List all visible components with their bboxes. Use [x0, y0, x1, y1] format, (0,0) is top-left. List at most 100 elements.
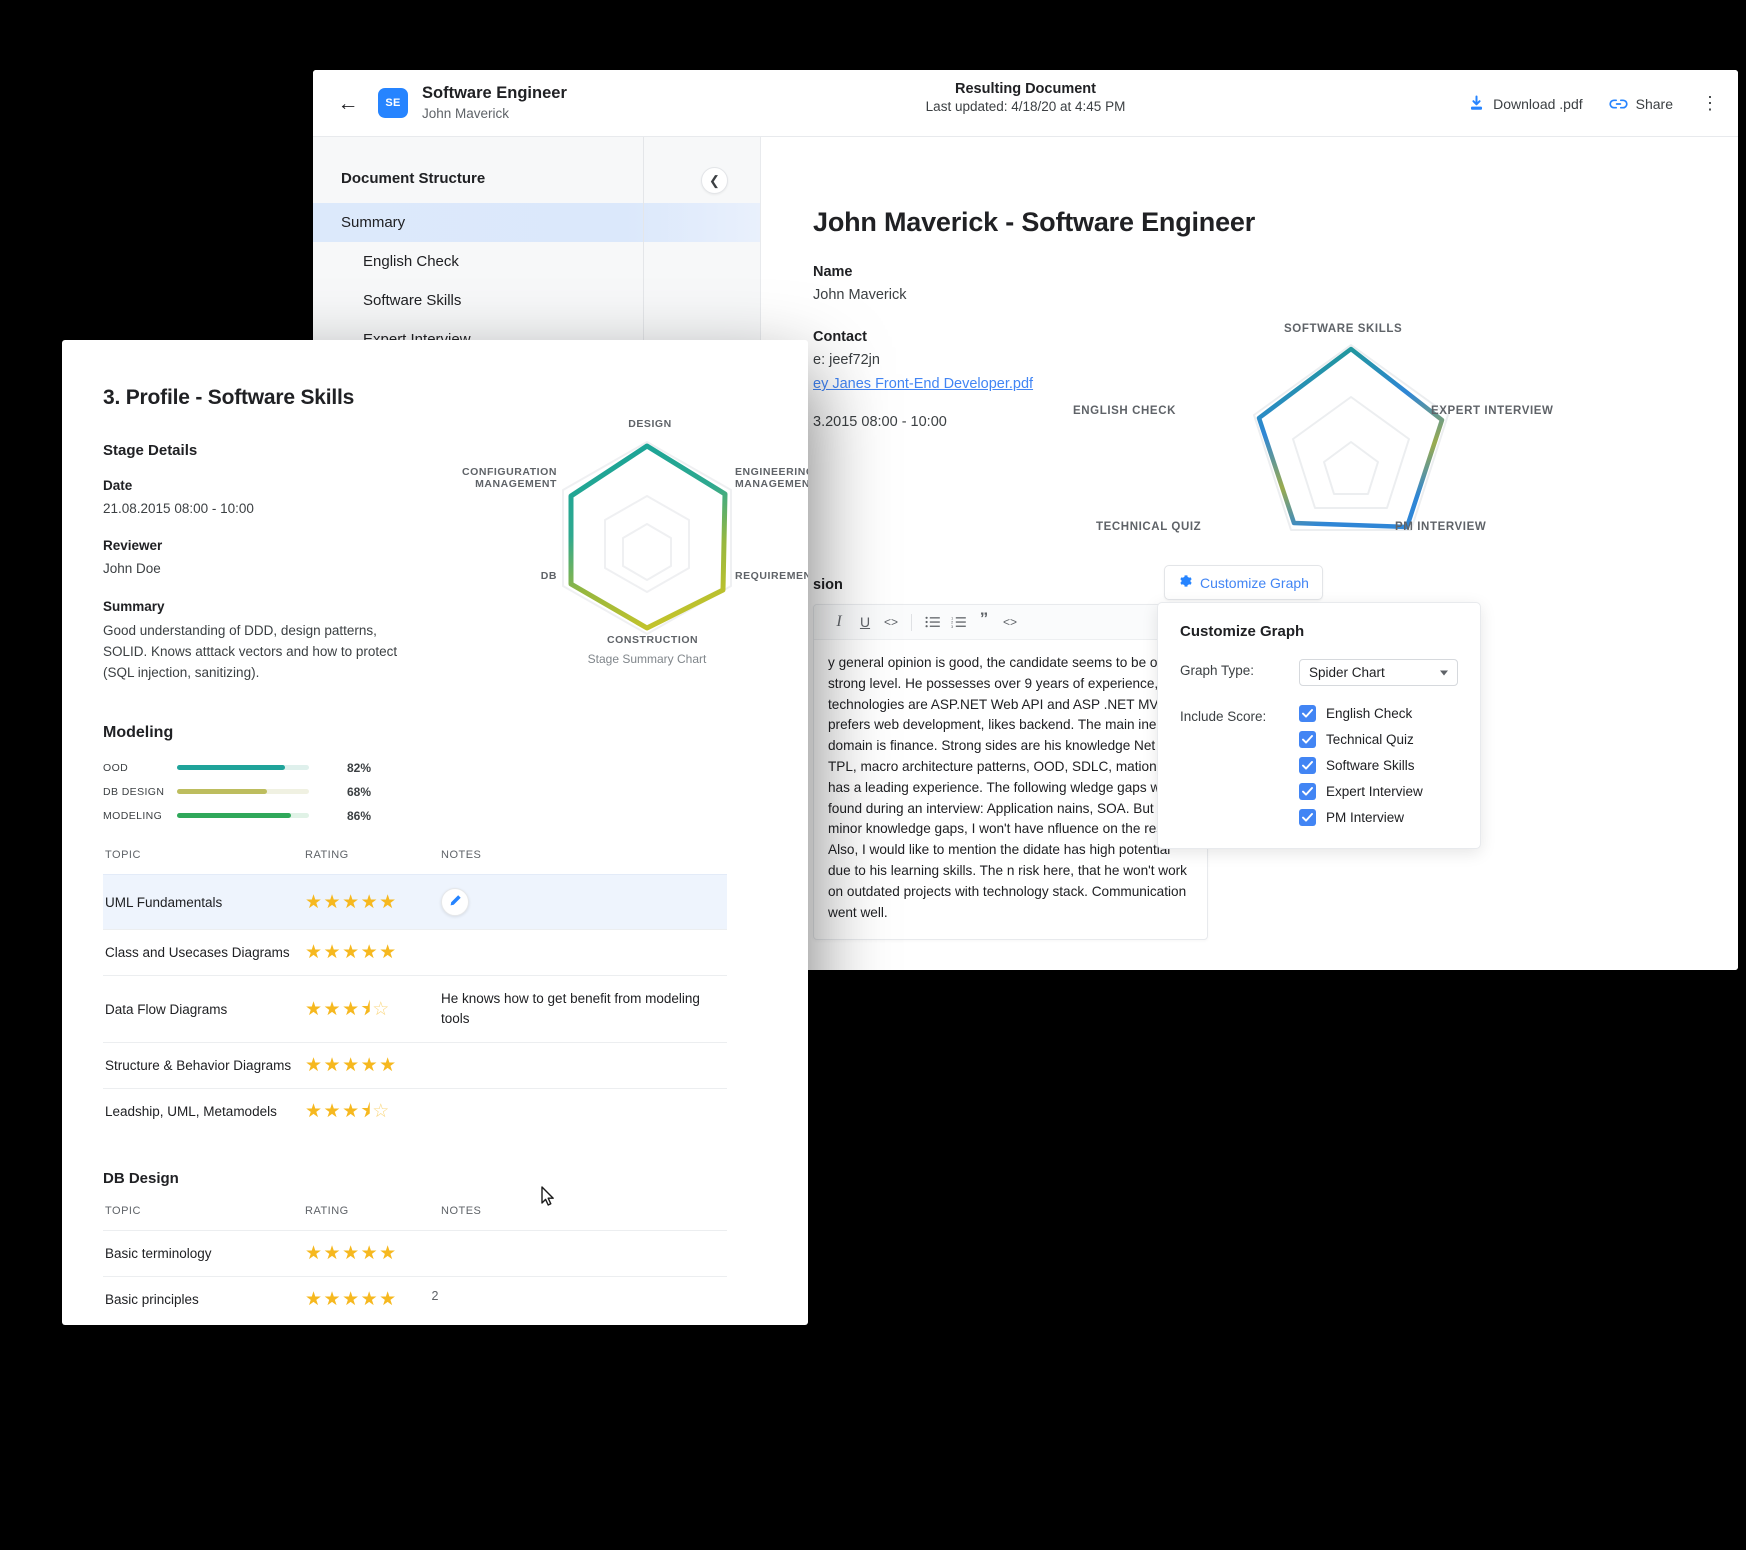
checkbox-software-skills[interactable]: Software Skills	[1299, 757, 1423, 774]
notes-cell	[441, 875, 727, 930]
mouse-cursor-icon	[539, 1185, 557, 1207]
document-content: John Maverick - Software Engineer Name J…	[761, 137, 1738, 970]
progress-track	[177, 765, 309, 770]
graph-type-label: Graph Type:	[1180, 659, 1299, 678]
topic-cell: Leadship, UML, Metamodels	[103, 1089, 305, 1135]
table-header-row: TOPIC RATING NOTES	[103, 1205, 727, 1231]
progress-label: DB DESIGN	[103, 786, 177, 798]
pencil-icon	[449, 894, 462, 910]
page-number: 2	[62, 1289, 808, 1303]
column-header-notes: NOTES	[441, 1205, 727, 1231]
hex-axis-label-construction: CONSTRUCTION	[607, 634, 691, 646]
include-score-checkbox-list: English Check Technical Quiz Software Sk…	[1299, 705, 1423, 826]
window-header: ← SE Software Engineer John Maverick Res…	[313, 70, 1738, 137]
share-button[interactable]: Share	[1609, 96, 1673, 112]
progress-fill	[177, 765, 285, 770]
column-header-rating: RATING	[305, 1205, 441, 1231]
column-header-topic: TOPIC	[103, 1205, 305, 1231]
graph-type-value: Spider Chart	[1309, 665, 1385, 680]
name-value: John Maverick	[813, 287, 1738, 303]
checkbox-label: Technical Quiz	[1326, 732, 1414, 747]
check-icon	[1299, 809, 1316, 826]
link-icon	[1609, 97, 1628, 111]
customize-graph-button[interactable]: Customize Graph	[1164, 565, 1323, 600]
modeling-title: Modeling	[103, 724, 768, 742]
sidebar-item-software-skills[interactable]: Software Skills	[313, 281, 760, 320]
sidebar-item-summary[interactable]: Summary	[313, 203, 760, 242]
star-rating: ★★★★★	[305, 892, 398, 913]
arrow-left-icon[interactable]: ←	[335, 90, 361, 116]
edit-note-button[interactable]	[441, 888, 469, 916]
italic-icon[interactable]: I	[826, 609, 852, 635]
column-header-topic: TOPIC	[103, 849, 305, 875]
customize-graph-label: Customize Graph	[1200, 575, 1309, 591]
code-block-icon[interactable]: <>	[997, 609, 1023, 635]
summary-value: Good understanding of DDD, design patter…	[103, 620, 415, 684]
underline-icon[interactable]: U	[852, 609, 878, 635]
conclusion-text[interactable]: y general opinion is good, the candidate…	[814, 640, 1207, 939]
rating-cell: ★★★★★	[305, 930, 441, 976]
download-pdf-button[interactable]: Download .pdf	[1468, 95, 1583, 112]
rating-cell: ★★★★★	[305, 875, 441, 930]
resulting-document-spider-chart: SOFTWARE SKILLS EXPERT INTERVIEW PM INTE…	[1141, 327, 1561, 557]
gear-icon	[1178, 574, 1192, 591]
notes-cell	[441, 1089, 727, 1135]
checkbox-label: English Check	[1326, 706, 1412, 721]
progress-value: 68%	[347, 785, 371, 799]
sidebar-item-english-check[interactable]: English Check	[313, 242, 760, 281]
hex-axis-label-db: DB	[525, 570, 557, 582]
svg-text:3: 3	[951, 624, 954, 628]
bullet-list-icon[interactable]	[919, 609, 945, 635]
graph-type-row: Graph Type: Spider Chart	[1180, 659, 1458, 686]
stage-summary-chart: DESIGN ENGINEERING MANAGEMENT REQUIREMEN…	[467, 420, 808, 680]
table-row[interactable]: Class and Usecases Diagrams ★★★★★	[103, 930, 727, 976]
topic-cell: Class and Usecases Diagrams	[103, 930, 305, 976]
page-title: Software Engineer	[422, 83, 567, 104]
checkbox-technical-quiz[interactable]: Technical Quiz	[1299, 731, 1423, 748]
checkbox-english-check[interactable]: English Check	[1299, 705, 1423, 722]
spider-axis-label-expert-interview: EXPERT INTERVIEW	[1431, 405, 1554, 417]
spider-chart-svg	[1141, 327, 1561, 557]
share-label: Share	[1636, 96, 1673, 112]
progress-label: OOD	[103, 762, 177, 774]
checkbox-pm-interview[interactable]: PM Interview	[1299, 809, 1423, 826]
profile-software-skills-card: 3. Profile - Software Skills Stage Detai…	[62, 340, 808, 1325]
table-row[interactable]: Basic terminology ★★★★★	[103, 1231, 727, 1277]
modeling-progress-bars: OOD 82% DB DESIGN 68% MODELING	[103, 758, 768, 825]
progress-row-ood: OOD 82%	[103, 758, 768, 777]
progress-row-modeling: MODELING 86%	[103, 806, 768, 825]
table-row[interactable]: Data Flow Diagrams ★★★⯨☆ He knows how to…	[103, 976, 727, 1043]
graph-type-select[interactable]: Spider Chart	[1299, 659, 1458, 686]
quote-icon[interactable]: ”	[971, 609, 997, 635]
check-icon	[1299, 783, 1316, 800]
checkbox-expert-interview[interactable]: Expert Interview	[1299, 783, 1423, 800]
card-content: 3. Profile - Software Skills Stage Detai…	[62, 340, 808, 1322]
sidebar-item-label: Software Skills	[363, 292, 461, 309]
more-options-icon[interactable]: ⋮	[1699, 93, 1722, 114]
db-design-title: DB Design	[103, 1170, 768, 1187]
notes-cell	[441, 1043, 727, 1089]
column-header-rating: RATING	[305, 849, 441, 875]
progress-fill	[177, 813, 291, 818]
rating-cell: ★★★⯨☆	[305, 976, 441, 1043]
notes-cell	[441, 930, 727, 976]
star-rating: ★★★⯨☆	[305, 999, 391, 1020]
check-icon	[1299, 731, 1316, 748]
notes-cell	[441, 1231, 727, 1277]
rating-cell: ★★★⯨☆	[305, 1089, 441, 1135]
code-icon[interactable]: <>	[878, 609, 904, 635]
document-heading: John Maverick - Software Engineer	[813, 207, 1738, 238]
hex-axis-label-configuration-management: CONFIGURATION MANAGEMENT	[459, 466, 557, 490]
hex-axis-label-engineering-management: ENGINEERING MANAGEMENT	[735, 466, 808, 490]
table-row[interactable]: UML Fundamentals ★★★★★	[103, 875, 727, 930]
include-score-row: Include Score: English Check Technical Q…	[1180, 705, 1458, 826]
page-subtitle: John Maverick	[422, 105, 567, 123]
table-row[interactable]: Leadship, UML, Metamodels ★★★⯨☆	[103, 1089, 727, 1135]
progress-track	[177, 789, 309, 794]
chevron-left-icon[interactable]: ❮	[701, 167, 728, 194]
numbered-list-icon[interactable]: 123	[945, 609, 971, 635]
header-center: Resulting Document Last updated: 4/18/20…	[926, 81, 1126, 114]
star-rating: ★★★★★	[305, 1243, 398, 1264]
spider-axis-label-technical-quiz: TECHNICAL QUIZ	[1096, 521, 1201, 533]
table-row[interactable]: Structure & Behavior Diagrams ★★★★★	[103, 1043, 727, 1089]
